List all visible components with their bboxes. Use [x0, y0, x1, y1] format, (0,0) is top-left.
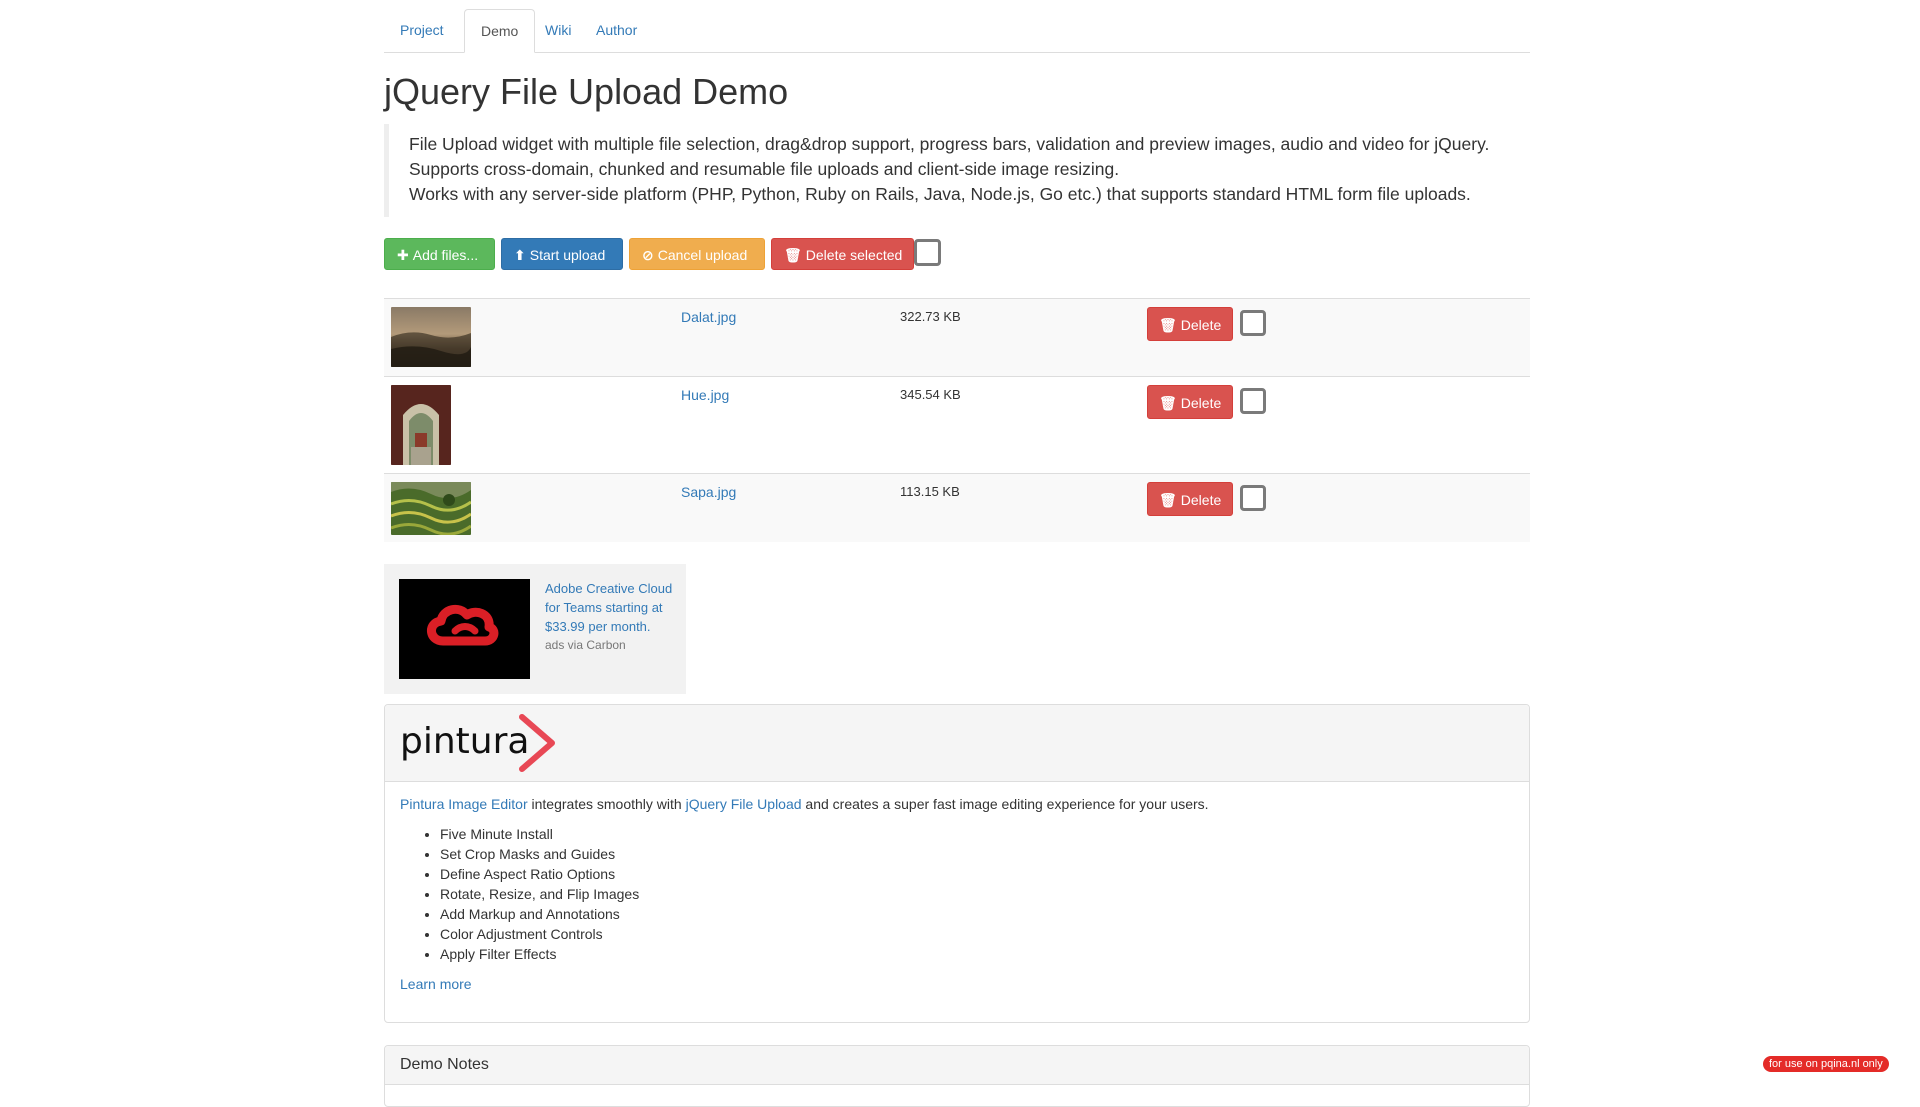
file-select-checkbox[interactable] [1240, 388, 1266, 414]
demo-notes-title: Demo Notes [385, 1046, 1529, 1085]
table-row: Hue.jpg 345.54 KB 🗑 Delete [384, 377, 1530, 474]
tab-project[interactable]: Project [384, 10, 460, 51]
demo-notes-panel: Demo Notes [384, 1045, 1530, 1107]
list-item: Color Adjustment Controls [440, 924, 1514, 944]
file-size: 113.15 KB [900, 484, 960, 499]
nav-tabs: Project Demo Wiki Author [384, 0, 1530, 53]
list-item: Set Crop Masks and Guides [440, 844, 1514, 864]
upload-circle-icon: ⬆ [514, 247, 526, 263]
adobe-cc-ad-image[interactable] [399, 579, 530, 679]
pintura-editor-link[interactable]: Pintura Image Editor [400, 796, 528, 812]
intro-line: File Upload widget with multiple file se… [409, 134, 1490, 154]
intro-line: Works with any server-side platform (PHP… [409, 184, 1471, 204]
file-table: Dalat.jpg 322.73 KB 🗑 Delete Hue.jpg 345.… [384, 298, 1530, 542]
list-item: Apply Filter Effects [440, 944, 1514, 964]
delete-file-button[interactable]: 🗑 Delete [1147, 482, 1234, 516]
pintura-logo[interactable]: pintura [400, 713, 560, 775]
ban-icon: ⊘ [642, 247, 654, 263]
pintura-panel: pintura Pintura Image Editor integrates … [384, 704, 1530, 1023]
trash-icon: 🗑 [784, 247, 802, 263]
intro-line: Supports cross-domain, chunked and resum… [409, 159, 1120, 179]
pintura-panel-header: pintura [385, 705, 1529, 782]
table-row: Sapa.jpg 113.15 KB 🗑 Delete [384, 474, 1530, 542]
learn-more-link[interactable]: Learn more [400, 976, 1514, 992]
tab-author[interactable]: Author [580, 10, 653, 51]
trash-icon: 🗑 [1159, 492, 1177, 508]
file-size: 322.73 KB [900, 309, 961, 324]
dalat-thumbnail[interactable] [391, 307, 471, 367]
tab-wiki[interactable]: Wiki [529, 10, 587, 51]
page-title: jQuery File Upload Demo [384, 71, 789, 112]
list-item: Rotate, Resize, and Flip Images [440, 884, 1514, 904]
file-select-checkbox[interactable] [1240, 310, 1266, 336]
trash-icon: 🗑 [1159, 317, 1177, 333]
select-all-checkbox[interactable] [914, 239, 941, 266]
intro-blockquote: File Upload widget with multiple file se… [384, 124, 1529, 217]
table-row: Dalat.jpg 322.73 KB 🗑 Delete [384, 299, 1530, 377]
hue-thumbnail[interactable] [391, 385, 451, 465]
file-size: 345.54 KB [900, 387, 961, 402]
file-name-link[interactable]: Hue.jpg [681, 387, 729, 403]
list-item: Define Aspect Ratio Options [440, 864, 1514, 884]
carbon-ad: Adobe Creative Cloud for Teams starting … [384, 564, 686, 694]
pintura-panel-body: Pintura Image Editor integrates smoothly… [385, 782, 1529, 1006]
ad-link[interactable]: Adobe Creative Cloud for Teams starting … [545, 581, 672, 634]
jquery-file-upload-link[interactable]: jQuery File Upload [686, 796, 802, 812]
creative-cloud-icon [427, 604, 499, 646]
file-select-checkbox[interactable] [1240, 485, 1266, 511]
delete-file-button[interactable]: 🗑 Delete [1147, 307, 1234, 341]
delete-selected-button[interactable]: 🗑 Delete selected [771, 238, 914, 270]
svg-text:pintura: pintura [400, 721, 529, 762]
pintura-feature-list: Five Minute Install Set Crop Masks and G… [400, 824, 1514, 964]
add-files-button[interactable]: ✚ Add files... [384, 238, 495, 270]
start-upload-button[interactable]: ⬆ Start upload [501, 238, 623, 270]
cancel-upload-button[interactable]: ⊘ Cancel upload [629, 238, 765, 270]
tab-demo[interactable]: Demo [464, 9, 536, 53]
file-name-link[interactable]: Sapa.jpg [681, 484, 736, 500]
list-item: Add Markup and Annotations [440, 904, 1514, 924]
trash-icon: 🗑 [1159, 395, 1177, 411]
main-container: Project Demo Wiki Author jQuery File Upl… [384, 0, 1530, 1107]
ad-via-text[interactable]: ads via Carbon [545, 636, 680, 655]
delete-file-button[interactable]: 🗑 Delete [1147, 385, 1234, 419]
ad-copy: Adobe Creative Cloud for Teams starting … [545, 579, 680, 655]
pintura-intro: Pintura Image Editor integrates smoothly… [400, 796, 1209, 812]
sapa-thumbnail[interactable] [391, 482, 471, 535]
list-item: Five Minute Install [440, 824, 1514, 844]
file-name-link[interactable]: Dalat.jpg [681, 309, 736, 325]
license-badge: for use on pqina.nl only [1763, 1056, 1889, 1072]
plus-icon: ✚ [397, 247, 409, 263]
